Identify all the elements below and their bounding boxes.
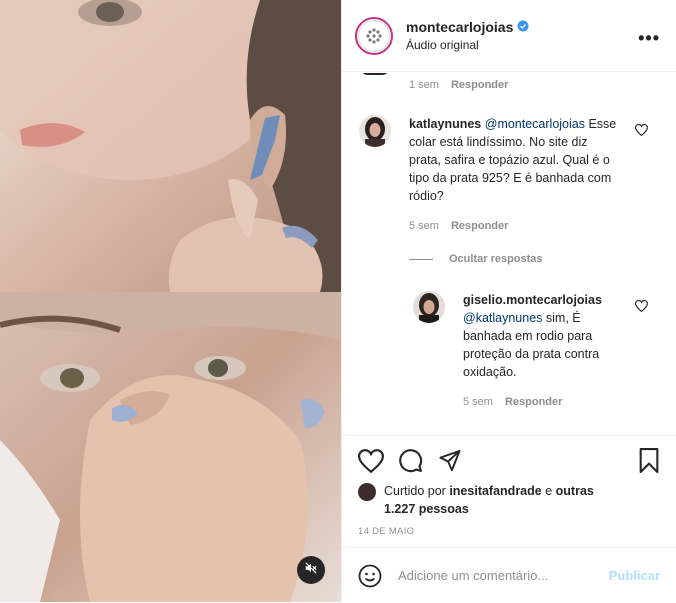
previous-comment-time: 1 sem <box>409 79 439 91</box>
add-comment-bar: Publicar <box>342 547 676 603</box>
verified-badge-icon <box>517 19 529 35</box>
video-frame <box>0 0 341 602</box>
previous-comment-meta: 1 sem Responder <box>409 79 508 91</box>
reply-mention[interactable]: @katlaynunes <box>463 311 542 325</box>
likes-prefix: Curtido por <box>384 484 446 498</box>
post-actions-bar <box>342 435 676 486</box>
previous-comment-avatar <box>360 73 390 75</box>
comment-input[interactable] <box>396 567 600 584</box>
hide-replies-button[interactable]: Ocultar respostas <box>409 253 543 265</box>
comment-mention[interactable]: @montecarlojoias <box>485 117 585 131</box>
reply-avatar[interactable] <box>413 291 445 323</box>
likes-summary: Curtido por inesitafandrade e outras 1.2… <box>358 482 604 518</box>
emoji-icon[interactable] <box>358 564 382 588</box>
speaker-muted-icon <box>304 561 318 580</box>
like-heart-icon[interactable] <box>358 449 384 473</box>
comment-bubble-icon[interactable] <box>398 448 423 473</box>
post-video[interactable] <box>0 0 341 602</box>
reply-username[interactable]: giselio.montecarlojoias <box>463 293 602 307</box>
audio-label[interactable]: Áudio original <box>406 38 529 52</box>
like-comment-heart-icon[interactable] <box>634 123 649 141</box>
publish-button[interactable]: Publicar <box>609 568 660 583</box>
comment-reply-button[interactable]: Responder <box>451 217 508 235</box>
liker-avatar[interactable] <box>358 483 376 501</box>
post-side-panel: montecarlojoias Áudio original ••• 1 sem… <box>341 0 676 602</box>
comment-meta: 5 sem Responder <box>409 217 619 235</box>
divider-line <box>409 258 433 260</box>
post-header: montecarlojoias Áudio original ••• <box>342 0 676 72</box>
post-date[interactable]: 14 DE MAIO <box>358 526 414 537</box>
post-container: montecarlojoias Áudio original ••• 1 sem… <box>0 0 676 602</box>
like-reply-heart-icon[interactable] <box>634 299 649 317</box>
share-send-icon[interactable] <box>438 449 462 472</box>
profile-avatar[interactable] <box>355 16 393 55</box>
mute-audio-button[interactable] <box>297 556 325 584</box>
save-bookmark-icon[interactable] <box>638 448 660 473</box>
brand-logo-icon <box>358 19 390 52</box>
comments-section: 1 sem Responder katlaynunes @montecarloj… <box>342 73 676 435</box>
comment-username[interactable]: katlaynunes <box>409 117 481 131</box>
reply-meta: 5 sem Responder <box>463 393 628 411</box>
comment-item: katlaynunes @montecarlojoias Esse colar … <box>359 115 619 235</box>
commenter-avatar[interactable] <box>359 115 391 147</box>
reply-time: 5 sem <box>463 396 493 408</box>
post-username[interactable]: montecarlojoias <box>406 19 513 35</box>
hide-replies-label: Ocultar respostas <box>449 253 543 265</box>
reply-item: giselio.montecarlojoias @katlaynunes sim… <box>413 291 628 411</box>
comment-time: 5 sem <box>409 220 439 232</box>
reply-reply-button[interactable]: Responder <box>505 393 562 411</box>
previous-comment-reply-button[interactable]: Responder <box>451 79 508 91</box>
liker-username[interactable]: inesitafandrade <box>449 484 541 498</box>
more-options-button[interactable]: ••• <box>638 28 660 49</box>
likes-middle: e <box>545 484 553 498</box>
